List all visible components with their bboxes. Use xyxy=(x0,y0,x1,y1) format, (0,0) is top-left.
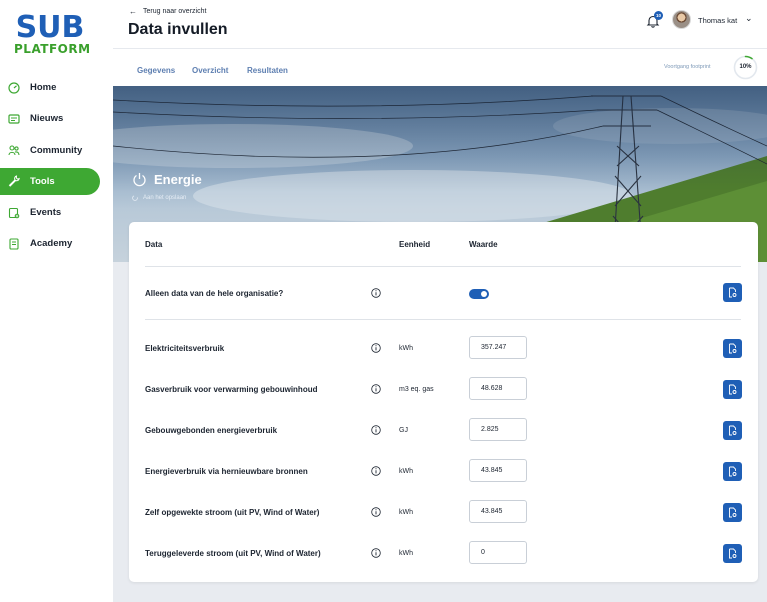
notification-badge: 10 xyxy=(654,11,663,20)
section-title-text: Energie xyxy=(154,172,202,187)
wrench-icon xyxy=(8,175,20,188)
page-header: ← Terug naar overzicht Data invullen 10 … xyxy=(113,0,767,49)
info-icon[interactable] xyxy=(371,548,381,558)
row-action-button[interactable] xyxy=(723,380,742,399)
row-unit: GJ xyxy=(399,427,408,434)
row-label: Energieverbruik via hernieuwbare bronnen xyxy=(145,467,308,476)
document-settings-icon xyxy=(729,548,737,559)
document-settings-icon xyxy=(729,384,737,395)
row-label: Gebouwgebonden energieverbruik xyxy=(145,426,278,435)
sidebar-item-label: Home xyxy=(30,82,57,93)
newspaper-icon xyxy=(8,114,20,124)
row-unit: kWh xyxy=(399,345,413,352)
page-title: Data invullen xyxy=(128,21,228,38)
document-settings-icon xyxy=(729,343,737,354)
document-settings-icon xyxy=(729,466,737,477)
logo-top: SUB xyxy=(15,10,85,45)
arrow-left-icon: ← xyxy=(129,7,137,16)
header-divider xyxy=(145,266,741,267)
sub-navigation: Gegevens Overzicht Resultaten Voortgang … xyxy=(113,49,767,86)
sidebar-item-tools[interactable]: Tools xyxy=(0,167,100,195)
row-label: Zelf opgewekte stroom (uit PV, Wind of W… xyxy=(145,508,320,517)
row-value-input[interactable] xyxy=(469,459,527,482)
row-action-button[interactable] xyxy=(723,462,742,481)
info-icon[interactable] xyxy=(371,343,381,353)
logo[interactable]: SUB PLATFORM xyxy=(14,10,91,57)
calendar-plus-icon xyxy=(8,207,20,218)
row-action-button[interactable] xyxy=(723,339,742,358)
row-unit: kWh xyxy=(399,550,413,557)
sidebar-item-nieuws[interactable]: Nieuws xyxy=(0,105,113,132)
sidebar-item-label: Academy xyxy=(30,238,73,250)
column-header-data: Data xyxy=(145,240,163,249)
spinner-icon xyxy=(132,195,138,201)
info-icon[interactable] xyxy=(371,288,381,298)
progress-percent: 10% xyxy=(739,64,752,70)
document-settings-icon xyxy=(729,507,737,518)
row-value-input[interactable] xyxy=(469,500,527,523)
book-icon xyxy=(9,238,19,250)
row-value-input[interactable] xyxy=(469,541,527,564)
info-icon[interactable] xyxy=(371,466,381,476)
row-label: Elektriciteitsverbruik xyxy=(145,344,225,353)
gauge-icon xyxy=(8,81,20,94)
sidebar: SUB PLATFORM Home Nieuws Community Tools… xyxy=(0,0,113,602)
org-data-toggle[interactable] xyxy=(469,289,489,299)
sidebar-item-label: Events xyxy=(30,207,62,219)
save-status-text: Aan het opslaan xyxy=(143,195,187,201)
power-icon xyxy=(133,173,146,187)
people-icon xyxy=(8,145,20,156)
row-action-button[interactable] xyxy=(723,421,742,440)
save-status: Aan het opslaan xyxy=(132,195,186,201)
row-value-input[interactable] xyxy=(469,377,527,400)
info-icon[interactable] xyxy=(371,507,381,517)
column-header-value: Waarde xyxy=(469,240,498,249)
toggle-knob xyxy=(481,291,487,297)
energy-data-card: Data Eenheid Waarde Alleen data van de h… xyxy=(129,222,758,582)
chevron-down-icon[interactable]: ⌄ xyxy=(745,13,753,24)
sidebar-item-home[interactable]: Home xyxy=(0,74,113,101)
section-title: Energie xyxy=(132,172,202,187)
sidebar-item-label: Nieuws xyxy=(30,113,64,125)
row-unit: m3 eq. gas xyxy=(399,386,434,393)
org-toggle-label: Alleen data van de hele organisatie? xyxy=(145,289,284,298)
avatar[interactable] xyxy=(672,10,691,29)
sidebar-item-community[interactable]: Community xyxy=(0,137,113,164)
document-settings-icon xyxy=(729,287,737,298)
user-name[interactable]: Thomas kat xyxy=(698,16,737,25)
row-value-input[interactable] xyxy=(469,418,527,441)
row-value-input[interactable] xyxy=(469,336,527,359)
sidebar-nav: Home Nieuws Community Tools Events Acade… xyxy=(0,74,113,262)
column-header-unit: Eenheid xyxy=(399,240,431,249)
row-unit: kWh xyxy=(399,468,413,475)
info-icon[interactable] xyxy=(371,425,381,435)
tab-resultaten[interactable]: Resultaten xyxy=(247,66,288,75)
sidebar-item-label: Tools xyxy=(30,175,55,187)
org-toggle-action-button[interactable] xyxy=(723,283,742,302)
info-icon[interactable] xyxy=(371,384,381,394)
row-label: Teruggeleverde stroom (uit PV, Wind of W… xyxy=(145,549,321,558)
progress-label: Voortgang footprint xyxy=(664,64,711,70)
section-divider xyxy=(145,319,741,320)
back-link[interactable]: ← Terug naar overzicht xyxy=(129,7,206,16)
document-settings-icon xyxy=(729,425,737,436)
logo-bottom: PLATFORM xyxy=(14,42,91,56)
sidebar-item-events[interactable]: Events xyxy=(0,199,113,226)
tab-gegevens[interactable]: Gegevens xyxy=(137,66,175,75)
row-action-button[interactable] xyxy=(723,503,742,522)
tab-overzicht[interactable]: Overzicht xyxy=(192,66,228,75)
sidebar-item-academy[interactable]: Academy xyxy=(0,230,113,257)
row-unit: kWh xyxy=(399,509,413,516)
sidebar-item-label: Community xyxy=(30,144,83,156)
back-link-label: Terug naar overzicht xyxy=(143,8,207,15)
row-label: Gasverbruik voor verwarming gebouwinhoud xyxy=(145,385,318,394)
row-action-button[interactable] xyxy=(723,544,742,563)
